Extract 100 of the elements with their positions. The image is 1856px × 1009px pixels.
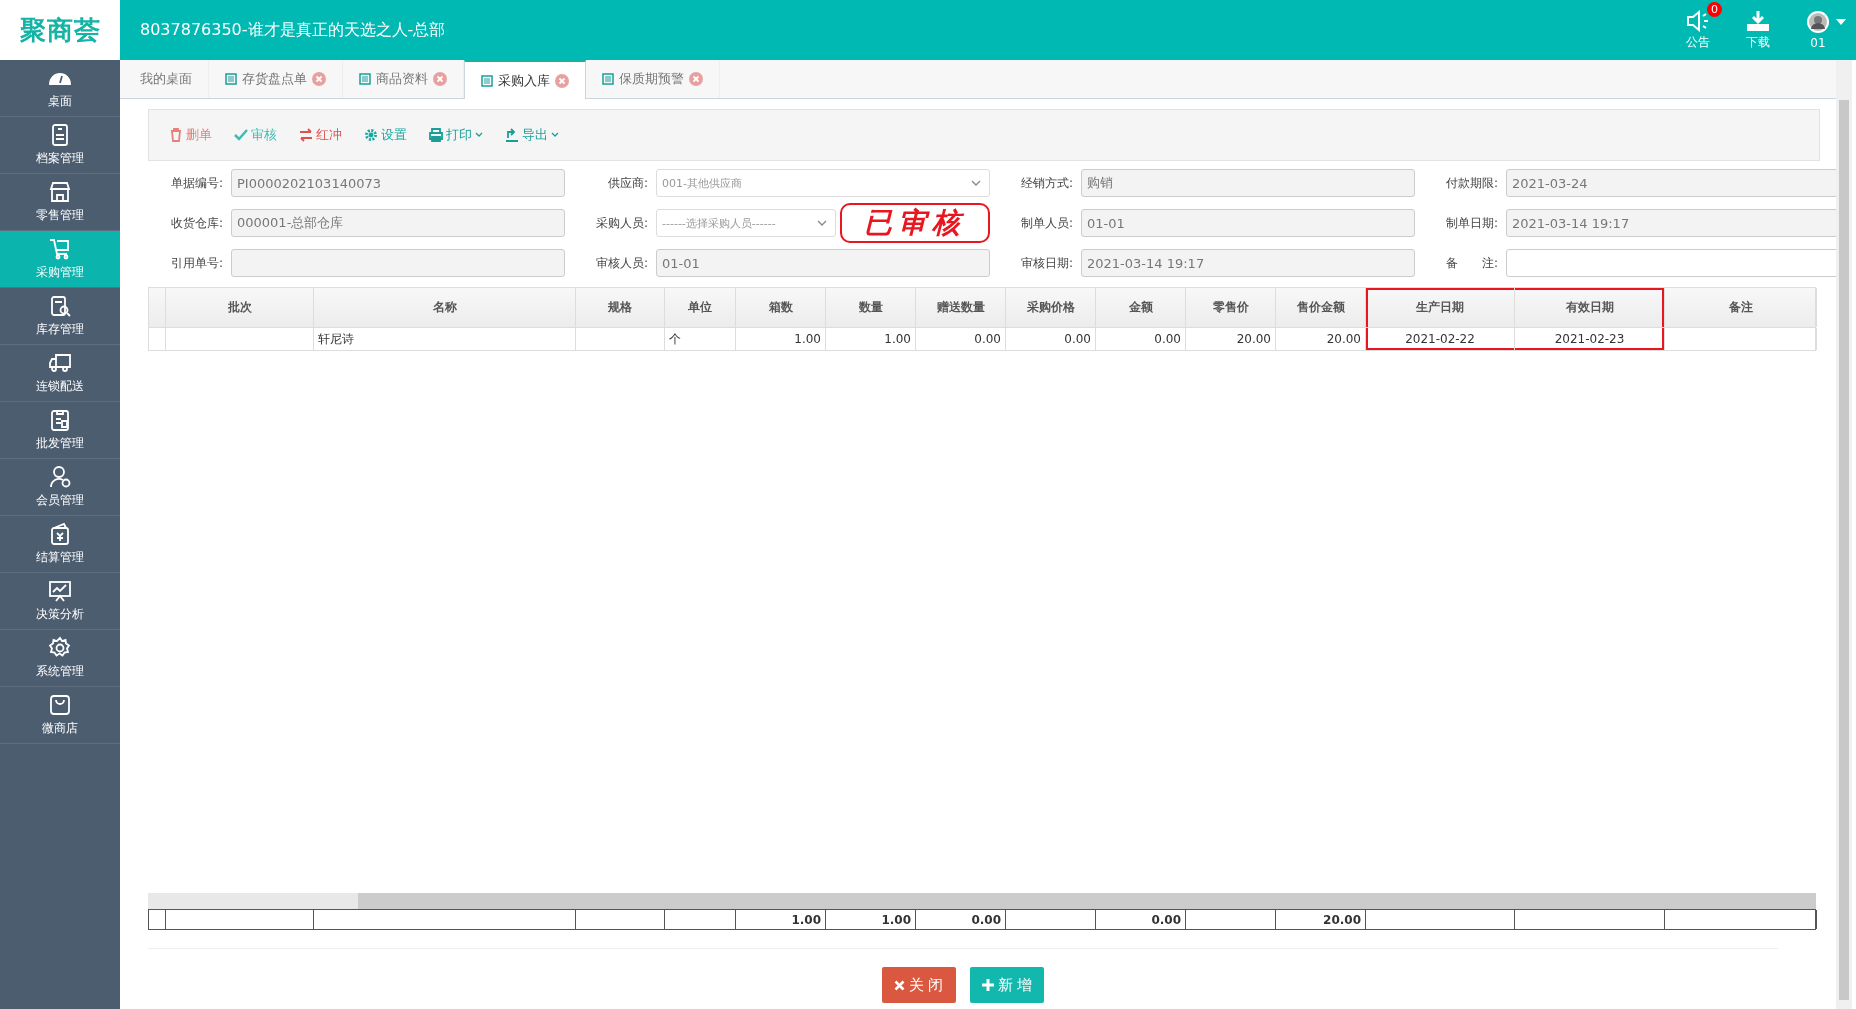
field-label: 审核日期: (1019, 254, 1073, 272)
total-cell: 0.00 (1151, 912, 1181, 927)
table-cell: 0.00 (974, 332, 1001, 346)
field-label: 引用单号: (169, 254, 223, 272)
table-cell: 2021-02-23 (1554, 332, 1625, 346)
download-button[interactable]: 下载 (1746, 9, 1770, 51)
chevron-icon (817, 220, 827, 226)
printer-icon (429, 128, 443, 142)
close-icon[interactable] (689, 72, 703, 86)
approved-stamp: 已审核 (840, 203, 990, 243)
close-icon[interactable] (555, 73, 569, 88)
approve-button[interactable]: 审核 (234, 126, 277, 144)
avatar-icon (1806, 10, 1830, 34)
export-icon (505, 128, 519, 142)
truck-icon (48, 351, 72, 375)
close-icon[interactable] (433, 72, 447, 86)
swap-icon (299, 128, 313, 142)
column-header: 赠送数量 (916, 288, 1006, 327)
tab[interactable]: 采购入库 (464, 60, 586, 99)
tab[interactable]: 存货盘点单 (209, 60, 343, 98)
sidebar-item[interactable]: 微商店 (0, 687, 120, 744)
store-icon (48, 180, 72, 204)
download-icon (1746, 9, 1770, 32)
user-menu[interactable]: 01 (1806, 10, 1830, 50)
table-cell: 1.00 (794, 332, 821, 346)
select-field[interactable]: ------选择采购人员------ (656, 209, 836, 237)
table-cell: 1.00 (884, 332, 911, 346)
print-button[interactable]: 打印 (429, 126, 483, 144)
input-field[interactable]: 01-01 (656, 249, 990, 277)
sidebar-item[interactable]: 决策分析 (0, 573, 120, 630)
chart-icon (48, 579, 72, 603)
column-header: 备注 (1665, 288, 1817, 327)
total-cell: 1.00 (791, 912, 821, 927)
wallet-icon (48, 522, 72, 546)
select-field[interactable]: 001-其他供应商 (656, 169, 990, 197)
field-label: 单据编号: (169, 174, 223, 192)
table-cell: 个 (669, 330, 681, 348)
input-field[interactable]: 购销 (1081, 169, 1415, 197)
column-header: 零售价 (1186, 288, 1276, 327)
add-button[interactable]: 新 增 (969, 967, 1045, 1003)
document-icon (359, 73, 371, 85)
reverse-button[interactable]: 红冲 (299, 126, 342, 144)
vertical-scrollbar[interactable] (1836, 60, 1852, 1009)
column-header: 生产日期 (1366, 288, 1515, 327)
field-label: 供应商: (606, 174, 648, 192)
caret-icon (1836, 19, 1846, 25)
table-cell: 20.00 (1326, 332, 1361, 346)
input-field[interactable] (231, 249, 565, 277)
select-value: 001-其他供应商 (662, 175, 742, 191)
chevron-icon (971, 180, 981, 186)
user-icon (48, 465, 72, 489)
tab[interactable]: 我的桌面 (124, 60, 209, 98)
field-label: 收货仓库: (169, 214, 223, 232)
trash-icon (169, 128, 183, 142)
company-title: 8037876350-谁才是真正的天选之人-总部 (140, 19, 446, 41)
horizontal-scrollbar[interactable] (148, 893, 1816, 909)
sidebar-item[interactable]: 档案管理 (0, 117, 120, 174)
input-field[interactable]: 2021-03-14 19:17 (1081, 249, 1415, 277)
sidebar-item[interactable]: 库存管理 (0, 288, 120, 345)
notice-button[interactable]: 公告 (1686, 9, 1710, 51)
input-field[interactable]: 000001-总部仓库 (231, 209, 565, 237)
sidebar-item[interactable]: 采购管理 (0, 231, 120, 288)
delete-button[interactable]: 删单 (169, 126, 212, 144)
check-icon (234, 128, 248, 142)
column-header: 批次 (166, 288, 314, 327)
sidebar-item[interactable]: 系统管理 (0, 630, 120, 687)
input-field[interactable]: PI0000202103140073 (231, 169, 565, 197)
settings-icon (364, 128, 378, 142)
input-field[interactable]: 01-01 (1081, 209, 1415, 237)
document-icon (225, 73, 237, 85)
column-header: 箱数 (736, 288, 826, 327)
speaker-icon (1686, 9, 1710, 32)
document-icon (481, 74, 493, 87)
cart-icon (48, 237, 72, 261)
column-header: 名称 (314, 288, 576, 327)
field-label: 审核人员: (594, 254, 648, 272)
export-button[interactable]: 导出 (505, 126, 559, 144)
field-label: 制单日期: (1444, 214, 1498, 232)
close-button[interactable]: 关 闭 (881, 967, 956, 1003)
total-cell: 20.00 (1323, 912, 1361, 927)
total-cell: 1.00 (881, 912, 911, 927)
field-label: 付款期限: (1444, 174, 1498, 192)
select-placeholder: ------选择采购人员------ (662, 215, 776, 231)
settings-button[interactable]: 设置 (364, 126, 407, 144)
column-header: 售价金额 (1276, 288, 1366, 327)
close-icon[interactable] (312, 72, 326, 86)
sidebar-item[interactable]: 批发管理 (0, 402, 120, 459)
tab[interactable]: 保质期预警 (586, 60, 720, 98)
column-header: 数量 (826, 288, 916, 327)
table-cell: 2021-02-22 (1405, 332, 1475, 346)
total-cell: 0.00 (971, 912, 1001, 927)
sidebar-item[interactable]: 会员管理 (0, 459, 120, 516)
column-header: 有效日期 (1515, 288, 1665, 327)
plus-icon (981, 979, 994, 991)
clipboard-icon (48, 408, 72, 432)
sidebar-item[interactable]: 结算管理 (0, 516, 120, 573)
field-label: 制单人员: (1019, 214, 1073, 232)
field-label: 采购人员: (594, 214, 648, 232)
sidebar-item[interactable]: 连锁配送 (0, 345, 120, 402)
notification-badge: 0 (1707, 1, 1722, 17)
